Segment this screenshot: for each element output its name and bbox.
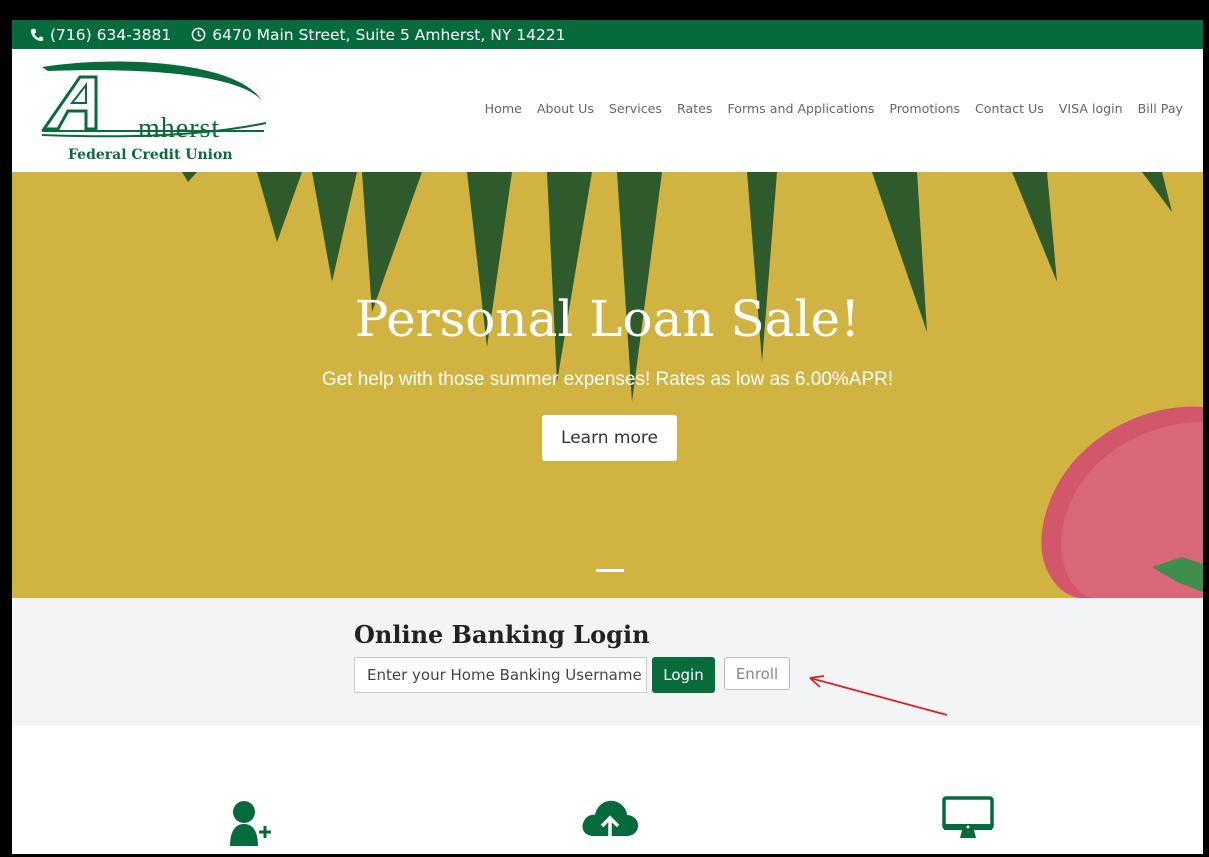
address-contact: 6470 Main Street, Suite 5 Amherst, NY 14… [191, 25, 566, 44]
clock-icon [191, 27, 206, 42]
site-header: mherst Federal Credit Union Home About U… [12, 49, 1203, 172]
nav-rates[interactable]: Rates [677, 101, 712, 116]
phone-number: (716) 634-3881 [50, 25, 172, 44]
login-button[interactable]: Login [652, 657, 715, 693]
nav-promotions[interactable]: Promotions [889, 101, 960, 116]
nav-services[interactable]: Services [609, 101, 662, 116]
main-nav: Home About Us Services Rates Forms and A… [485, 101, 1183, 116]
login-title: Online Banking Login [354, 620, 650, 649]
monitor-icon[interactable] [942, 796, 994, 842]
enroll-button[interactable]: Enroll [724, 657, 790, 690]
hero-title: Personal Loan Sale! [354, 290, 861, 348]
top-contact-bar: (716) 634-3881 6470 Main Street, Suite 5… [12, 20, 1203, 49]
cloud-upload-icon[interactable] [580, 794, 640, 848]
nav-visa-login[interactable]: VISA login [1059, 101, 1123, 116]
logo-word: mherst [138, 113, 221, 144]
phone-icon [30, 28, 44, 42]
features-section [12, 726, 1203, 854]
hero-subtitle: Get help with those summer expenses! Rat… [321, 369, 894, 390]
address-text: 6470 Main Street, Suite 5 Amherst, NY 14… [212, 25, 566, 44]
nav-about-us[interactable]: About Us [537, 101, 594, 116]
logo-subtitle: Federal Credit Union [68, 147, 233, 163]
nav-home[interactable]: Home [485, 101, 522, 116]
nav-contact-us[interactable]: Contact Us [975, 101, 1044, 116]
learn-more-button[interactable]: Learn more [542, 415, 677, 461]
logo-swoosh [41, 61, 267, 138]
add-user-icon[interactable] [228, 798, 274, 848]
phone-contact[interactable]: (716) 634-3881 [30, 26, 171, 44]
slider-indicator[interactable] [596, 569, 624, 572]
browser-page: (716) 634-3881 6470 Main Street, Suite 5… [12, 20, 1203, 854]
nav-bill-pay[interactable]: Bill Pay [1138, 101, 1183, 116]
username-input[interactable] [354, 657, 647, 693]
nav-forms[interactable]: Forms and Applications [727, 101, 874, 116]
amherst-logo[interactable]: mherst Federal Credit Union [38, 57, 268, 163]
hero-slider: Personal Loan Sale! Get help with those … [12, 172, 1203, 598]
annotation-arrow-icon [809, 675, 948, 716]
online-banking-login: Online Banking Login Login Enroll [12, 598, 1203, 726]
